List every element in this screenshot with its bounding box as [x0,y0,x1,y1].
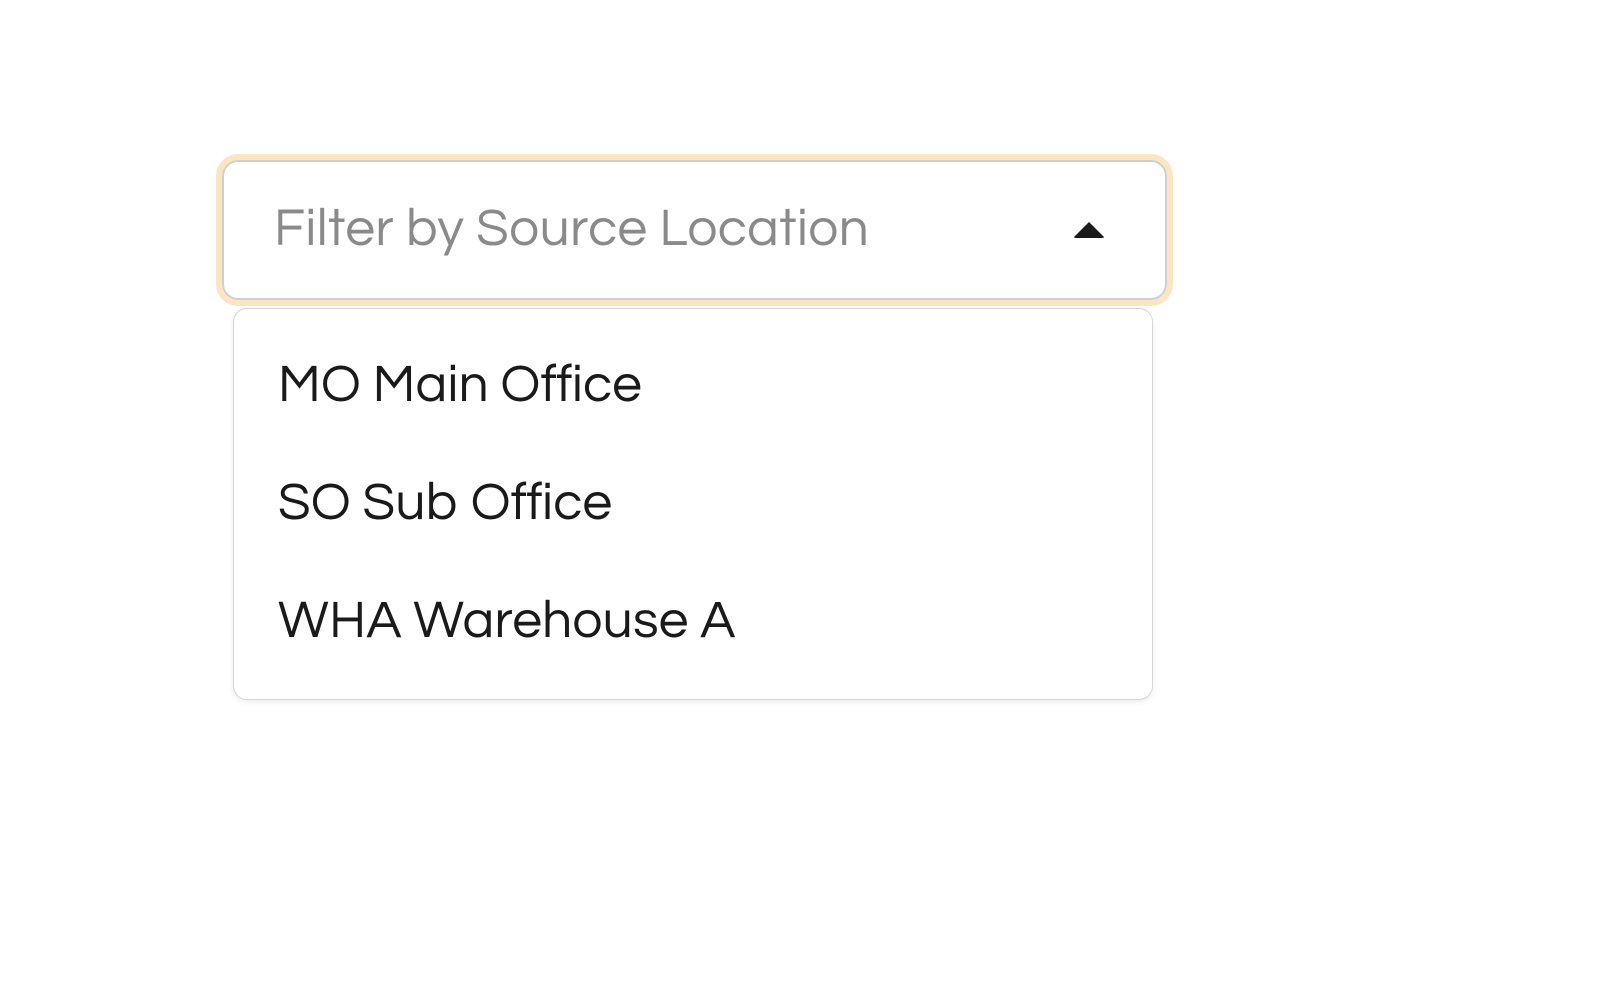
dropdown-option-warehouse-a[interactable]: WHA Warehouse A [234,563,1152,681]
source-location-filter: Filter by Source Location MO Main Office… [222,160,1167,300]
dropdown-placeholder: Filter by Source Location [274,203,869,257]
caret-up-icon [1073,222,1105,238]
dropdown-menu: MO Main Office SO Sub Office WHA Warehou… [233,308,1153,700]
dropdown-trigger[interactable]: Filter by Source Location [222,160,1167,300]
dropdown-option-sub-office[interactable]: SO Sub Office [234,445,1152,563]
dropdown-option-main-office[interactable]: MO Main Office [234,327,1152,445]
